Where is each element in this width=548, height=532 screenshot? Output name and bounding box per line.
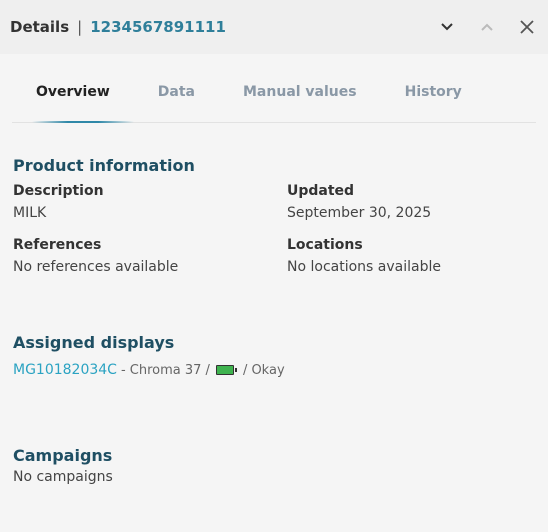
close-icon[interactable] <box>516 16 538 38</box>
display-status: / Okay <box>242 362 285 378</box>
chevron-up-icon[interactable] <box>476 16 498 38</box>
updated-block: Updated September 30, 2025 <box>287 183 535 221</box>
description-block: Description MILK <box>13 183 287 221</box>
tab-manual-values[interactable]: Manual values <box>219 78 381 122</box>
chevron-down-icon[interactable] <box>436 16 458 38</box>
header-actions <box>436 16 538 38</box>
display-model: - Chroma 37 / <box>120 362 210 378</box>
references-block: References No references available <box>13 237 287 275</box>
overview-content: Product information Description MILK Upd… <box>0 156 548 485</box>
header-title: Details <box>10 18 70 36</box>
tab-data[interactable]: Data <box>134 78 219 122</box>
tab-bar: Overview Data Manual values History <box>12 78 536 123</box>
updated-label: Updated <box>287 183 355 199</box>
product-information-title: Product information <box>13 156 195 175</box>
locations-value: No locations available <box>287 259 441 275</box>
assigned-displays-title: Assigned displays <box>13 333 175 352</box>
references-label: References <box>13 237 102 253</box>
campaigns-empty-text: No campaigns <box>13 469 113 485</box>
display-row: MG10182034C - Chroma 37 / / Okay <box>13 362 535 378</box>
locations-label: Locations <box>287 237 363 253</box>
updated-value: September 30, 2025 <box>287 205 432 221</box>
description-value: MILK <box>13 205 47 221</box>
references-value: No references available <box>13 259 179 275</box>
product-information-grid: Description MILK Updated September 30, 2… <box>13 183 535 275</box>
locations-block: Locations No locations available <box>287 237 535 275</box>
details-header: Details | 1234567891111 <box>0 0 548 54</box>
display-id-link[interactable]: MG10182034C <box>13 362 117 378</box>
header-product-id: 1234567891111 <box>90 18 226 36</box>
header-separator: | <box>77 18 83 36</box>
tab-history[interactable]: History <box>381 78 486 122</box>
tab-overview[interactable]: Overview <box>12 78 134 123</box>
battery-icon <box>215 365 237 375</box>
campaigns-title: Campaigns <box>13 446 113 465</box>
description-label: Description <box>13 183 104 199</box>
